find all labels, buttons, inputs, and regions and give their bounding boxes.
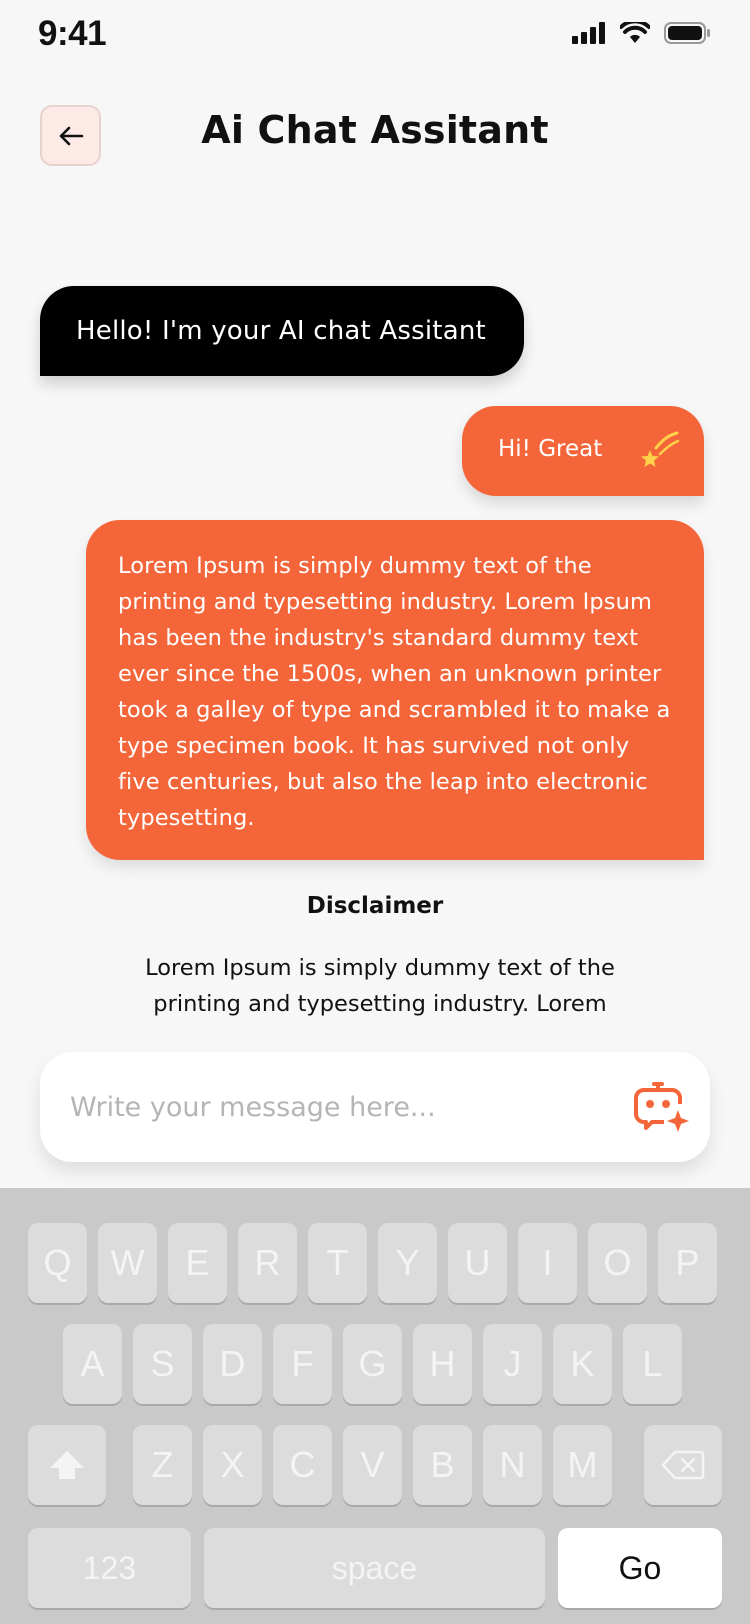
ai-long-message-text: Lorem Ipsum is simply dummy text of the … <box>118 553 671 831</box>
ai-message-bubble: Hello! I'm your AI chat Assitant <box>40 286 524 376</box>
key-z[interactable]: Z <box>133 1425 192 1505</box>
backspace-icon <box>661 1450 705 1480</box>
key-s[interactable]: S <box>133 1324 192 1404</box>
keyboard: QWERTYUIOP ASDFGHJKL ZXCVBNM 123 space G… <box>0 1188 750 1624</box>
shift-icon <box>50 1451 84 1479</box>
key-p[interactable]: P <box>658 1223 717 1303</box>
message-input[interactable] <box>70 1086 590 1128</box>
go-key[interactable]: Go <box>558 1528 722 1608</box>
key-w[interactable]: W <box>98 1223 157 1303</box>
shooting-star-icon <box>641 431 680 467</box>
disclaimer-text: Lorem Ipsum is simply dummy text of the … <box>145 955 615 1017</box>
backspace-key[interactable] <box>644 1425 722 1505</box>
key-i[interactable]: I <box>518 1223 577 1303</box>
key-k[interactable]: K <box>553 1324 612 1404</box>
key-m[interactable]: M <box>553 1425 612 1505</box>
key-e[interactable]: E <box>168 1223 227 1303</box>
key-r[interactable]: R <box>238 1223 297 1303</box>
key-o[interactable]: O <box>588 1223 647 1303</box>
user-message-bubble: Hi! Great <box>462 406 704 496</box>
ai-assist-button[interactable] <box>632 1078 692 1138</box>
key-a[interactable]: A <box>63 1324 122 1404</box>
key-g[interactable]: G <box>343 1324 402 1404</box>
signal-icon <box>572 22 605 44</box>
key-l[interactable]: L <box>623 1324 682 1404</box>
key-j[interactable]: J <box>483 1324 542 1404</box>
user-message-text: Hi! Great <box>498 436 603 462</box>
key-q[interactable]: Q <box>28 1223 87 1303</box>
key-f[interactable]: F <box>273 1324 332 1404</box>
wifi-icon <box>620 22 650 43</box>
ai-long-message-bubble: Lorem Ipsum is simply dummy text of the … <box>86 520 704 860</box>
numbers-key[interactable]: 123 <box>28 1528 191 1608</box>
space-key[interactable]: space <box>204 1528 545 1608</box>
page-title: Ai Chat Assitant <box>201 108 549 152</box>
key-v[interactable]: V <box>343 1425 402 1505</box>
key-c[interactable]: C <box>273 1425 332 1505</box>
key-b[interactable]: B <box>413 1425 472 1505</box>
key-t[interactable]: T <box>308 1223 367 1303</box>
key-y[interactable]: Y <box>378 1223 437 1303</box>
key-u[interactable]: U <box>448 1223 507 1303</box>
status-time: 9:41 <box>38 14 107 53</box>
status-bar: 9:41 <box>0 0 750 72</box>
message-composer <box>40 1052 710 1162</box>
key-h[interactable]: H <box>413 1324 472 1404</box>
ai-message-text: Hello! I'm your AI chat Assitant <box>76 316 486 346</box>
header: Ai Chat Assitant <box>0 100 750 166</box>
key-n[interactable]: N <box>483 1425 542 1505</box>
status-icons <box>572 22 710 44</box>
disclaimer-title: Disclaimer <box>306 893 444 919</box>
key-x[interactable]: X <box>203 1425 262 1505</box>
bot-sparkle-icon <box>634 1082 689 1132</box>
shift-key[interactable] <box>28 1425 106 1505</box>
battery-icon <box>664 22 710 44</box>
key-d[interactable]: D <box>203 1324 262 1404</box>
